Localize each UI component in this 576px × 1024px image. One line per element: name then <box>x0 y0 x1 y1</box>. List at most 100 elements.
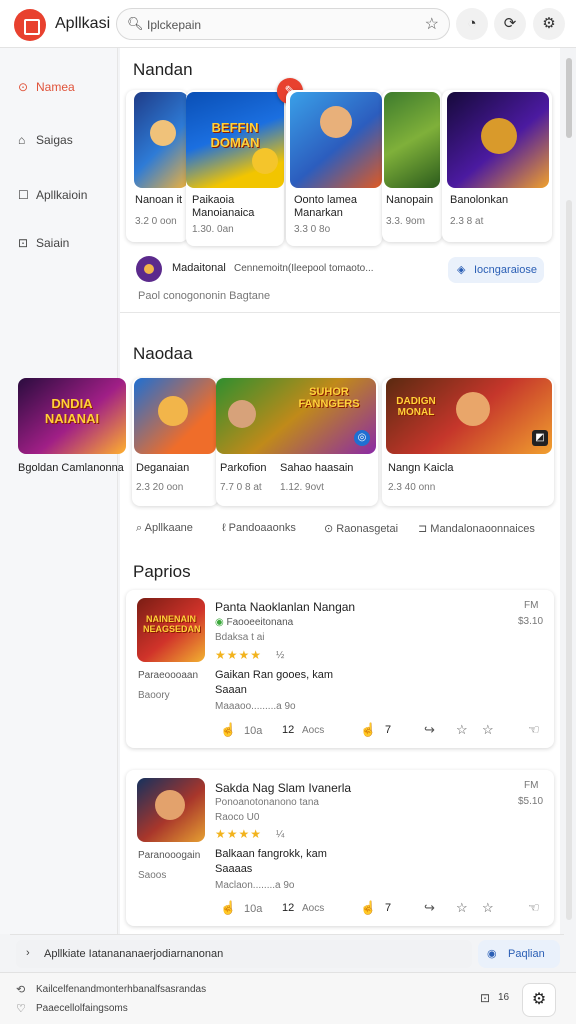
share-icon[interactable]: ◩ <box>532 430 548 446</box>
app-title: Paikaoia <box>192 194 235 206</box>
chevron-right-icon: › <box>26 947 30 959</box>
app-subtitle: Manarkan <box>294 207 343 219</box>
primary-button[interactable]: ◉ Paqlian <box>478 940 560 968</box>
share-icon: ⌕ <box>136 522 145 534</box>
sidebar-item-books[interactable]: ⊡ Saiain <box>18 236 69 250</box>
chat-icon: ⊐ <box>418 523 431 535</box>
books-icon: ⊡ <box>18 236 29 250</box>
app-cover <box>447 92 549 188</box>
review-body: Gaikan Ran gooes, kam <box>215 669 334 681</box>
sidebar-item-apps[interactable]: ☐ Apllkaioin <box>18 188 87 202</box>
search-input[interactable]: Iplckepain <box>147 18 201 32</box>
review-side-label: Paranooogain <box>138 850 201 861</box>
settings-button[interactable]: ⚙ <box>522 983 556 1017</box>
review-title: Sakda Nag Slam Ivanerla <box>215 781 352 795</box>
review-meta-text: Faooeeitonana <box>226 617 294 628</box>
refresh-button[interactable]: ⟳ <box>494 8 526 40</box>
thumbs-up-icon[interactable]: ☝ <box>220 900 236 916</box>
link-apps[interactable]: ⌕ Apllkaane <box>136 522 193 535</box>
app-size: 2.3 40 onn <box>388 482 436 493</box>
sidebar-item-tags[interactable]: ⌂ Saigas <box>18 133 73 147</box>
star-icon[interactable]: ☆ <box>456 722 468 738</box>
target-icon: ◉ <box>487 948 497 960</box>
search-bar[interactable]: 🔍︎ Iplckepain ☆ <box>116 8 450 40</box>
cover-title: BEFFIN DOMAN <box>210 120 260 150</box>
share-icon[interactable]: ↪ <box>424 722 435 738</box>
character-art <box>320 106 352 138</box>
bell-icon: ◔ <box>467 15 477 32</box>
bookmark-icon[interactable]: ☆ <box>482 722 494 738</box>
character-art <box>456 392 490 426</box>
app-title: Oonto lamea <box>294 194 357 206</box>
section-title: Naodaa <box>133 344 193 363</box>
app-title: Deganaian <box>136 462 190 474</box>
info-icon[interactable]: ◎ <box>354 430 370 446</box>
review-side-label: Baoory <box>138 690 170 701</box>
footer-count: 16 <box>498 992 510 1003</box>
thumbs-up-icon[interactable]: ☝ <box>220 722 236 738</box>
rating-note: ¼ <box>276 829 285 840</box>
reply-label: Aocs <box>302 903 325 914</box>
app-card[interactable]: DADIGN MONAL ◩ Nangn Kaicla 2.3 40 onn <box>382 378 554 506</box>
tag-icon: ⌂ <box>18 133 26 147</box>
notifications-button[interactable]: ◔ <box>456 8 488 40</box>
app-logo-icon[interactable] <box>14 9 46 41</box>
app-size: 2.3 20 oon <box>136 482 184 493</box>
app-cover: BEFFIN DOMAN <box>186 92 284 188</box>
app-size: 1.12. 9ovt <box>280 482 324 493</box>
app-size: 2.3 8 at <box>450 216 484 227</box>
review-tag: FM <box>524 600 539 611</box>
app-card[interactable]: SUHOR FANNGERS ◎ Parkofion Sahao haasain… <box>216 378 378 506</box>
sidebar-item-label: Saigas <box>36 133 73 147</box>
star-icon[interactable]: ☆ <box>425 14 439 34</box>
reply-count: 12 <box>282 724 295 736</box>
notice-bar[interactable]: › Apllkiate Iatanananaerjodiarnanonan <box>16 940 472 968</box>
section-title: Paprios <box>133 562 191 581</box>
app-card[interactable]: Deganaian 2.3 20 oon <box>132 378 218 506</box>
install-label: Iocngaraiose <box>474 264 537 276</box>
more-icon[interactable]: ☜ <box>528 722 540 738</box>
more-icon[interactable]: ☜ <box>528 900 540 916</box>
bookmark-icon[interactable]: ☆ <box>482 900 494 916</box>
link-bookmarks[interactable]: ℓ Pandoaaonks <box>222 522 296 534</box>
app-card[interactable]: Banolonkan 2.3 8 at <box>442 90 552 242</box>
character-art <box>481 118 517 154</box>
app-card[interactable]: BEFFIN DOMAN Paikaoia Manoianaica 1.30. … <box>186 90 284 246</box>
scrollbar-track[interactable] <box>566 200 572 920</box>
scrollbar-thumb-top[interactable] <box>566 58 572 138</box>
featured-cover[interactable]: DNDIA NAIANAI <box>18 378 126 454</box>
app-card[interactable]: Oonto lamea Manarkan 3.3 0 8o <box>286 90 382 246</box>
share-icon[interactable]: ↪ <box>424 900 435 916</box>
app-cover: SUHOR FANNGERS ◎ <box>216 378 376 454</box>
heart-icon: ♡ <box>16 1003 26 1015</box>
window-icon[interactable]: ⊡ <box>480 991 490 1005</box>
developer-name: Madaitonal <box>172 262 226 274</box>
footer: ⟲ Kailcelfenandmonterhbanalfsasrandas ♡ … <box>0 972 576 1024</box>
like-count: 10a <box>244 903 263 915</box>
review-cover <box>137 778 205 842</box>
developer-avatar[interactable] <box>136 256 162 282</box>
sidebar <box>0 48 118 934</box>
app-cover <box>384 92 440 188</box>
developer-description: Cennemoitn(Ileepool tomaoto... <box>234 263 374 274</box>
app-size: 7.7 0 8 at <box>220 482 262 493</box>
install-button[interactable]: ◈ Iocngaraiose <box>448 257 544 283</box>
link-chat[interactable]: ⊐ Mandalonaoonnaices <box>418 522 535 535</box>
link-recent[interactable]: ⊙ Raonasgetai <box>324 522 398 535</box>
app-title: Banolonkan <box>450 194 509 206</box>
thumbs-up-icon[interactable]: ☝ <box>360 900 376 916</box>
review-body: Balkaan fangrokk, kam <box>215 848 327 860</box>
app-card[interactable]: Nanopain 3.3. 9om <box>382 90 442 242</box>
app-card[interactable]: Nanoan it 3.2 0 oon <box>126 90 188 242</box>
app-size: 3.2 0 oon <box>135 216 177 227</box>
app-cover <box>134 92 188 188</box>
star-icon[interactable]: ☆ <box>456 900 468 916</box>
thumbs-up-icon[interactable]: ☝ <box>360 722 376 738</box>
settings-button[interactable]: ⚙ <box>533 8 565 40</box>
reply-count: 12 <box>282 902 295 914</box>
app-title: Nangn Kaicla <box>388 462 454 474</box>
footer-line: Kailcelfenandmonterhbanalfsasrandas <box>36 984 207 995</box>
sidebar-item-games[interactable]: ⊙ Namea <box>18 80 75 94</box>
vote-count: 7 <box>385 902 392 914</box>
link-label: Pandoaaonks <box>228 522 296 534</box>
